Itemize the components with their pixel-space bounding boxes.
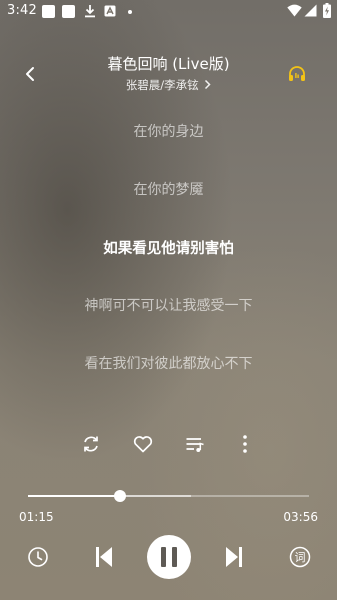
progress-slider[interactable] (28, 490, 309, 502)
lyric-line[interactable]: 神啊可不可以让我感受一下 (0, 295, 337, 315)
lyric-line[interactable]: 在你的梦魇 (0, 179, 337, 199)
lyrics-toggle-button[interactable]: 词 (289, 546, 311, 568)
battery-charging-icon (323, 3, 331, 18)
download-icon (85, 5, 95, 18)
clock-icon[interactable] (27, 546, 49, 568)
lyric-line-current[interactable]: 如果看见他请别害怕 (0, 237, 337, 258)
pause-button[interactable] (147, 535, 191, 579)
artist-name: 张碧晨/李承铉 (125, 78, 199, 92)
progress-thumb[interactable] (113, 490, 126, 502)
elapsed-time: 01:15 (19, 510, 54, 524)
headphone-icon[interactable] (287, 64, 307, 84)
progress-fill (28, 495, 120, 497)
lyric-line[interactable]: 看在我们对彼此都放心不下 (0, 353, 337, 373)
lyric-line[interactable]: 在你的身边 (0, 121, 337, 141)
app-notification-icon (104, 5, 116, 17)
total-duration: 03:56 (283, 510, 318, 524)
pause-icon (161, 547, 177, 567)
more-notifications-icon (128, 10, 132, 14)
status-time: 3:42 (7, 3, 37, 18)
heart-icon[interactable] (132, 433, 154, 455)
chevron-right-icon (205, 79, 211, 90)
notification-icon (42, 5, 55, 18)
skip-next-icon[interactable] (224, 545, 244, 569)
lyrics-toggle-label: 词 (294, 551, 306, 564)
status-bar: 3:42 (0, 0, 337, 24)
skip-previous-icon[interactable] (94, 545, 114, 569)
wifi-icon (287, 4, 302, 17)
notification-icon (62, 5, 75, 18)
signal-icon (304, 4, 317, 17)
repeat-icon[interactable] (80, 433, 102, 455)
more-vertical-icon[interactable] (234, 433, 256, 455)
playlist-icon[interactable] (184, 433, 206, 455)
